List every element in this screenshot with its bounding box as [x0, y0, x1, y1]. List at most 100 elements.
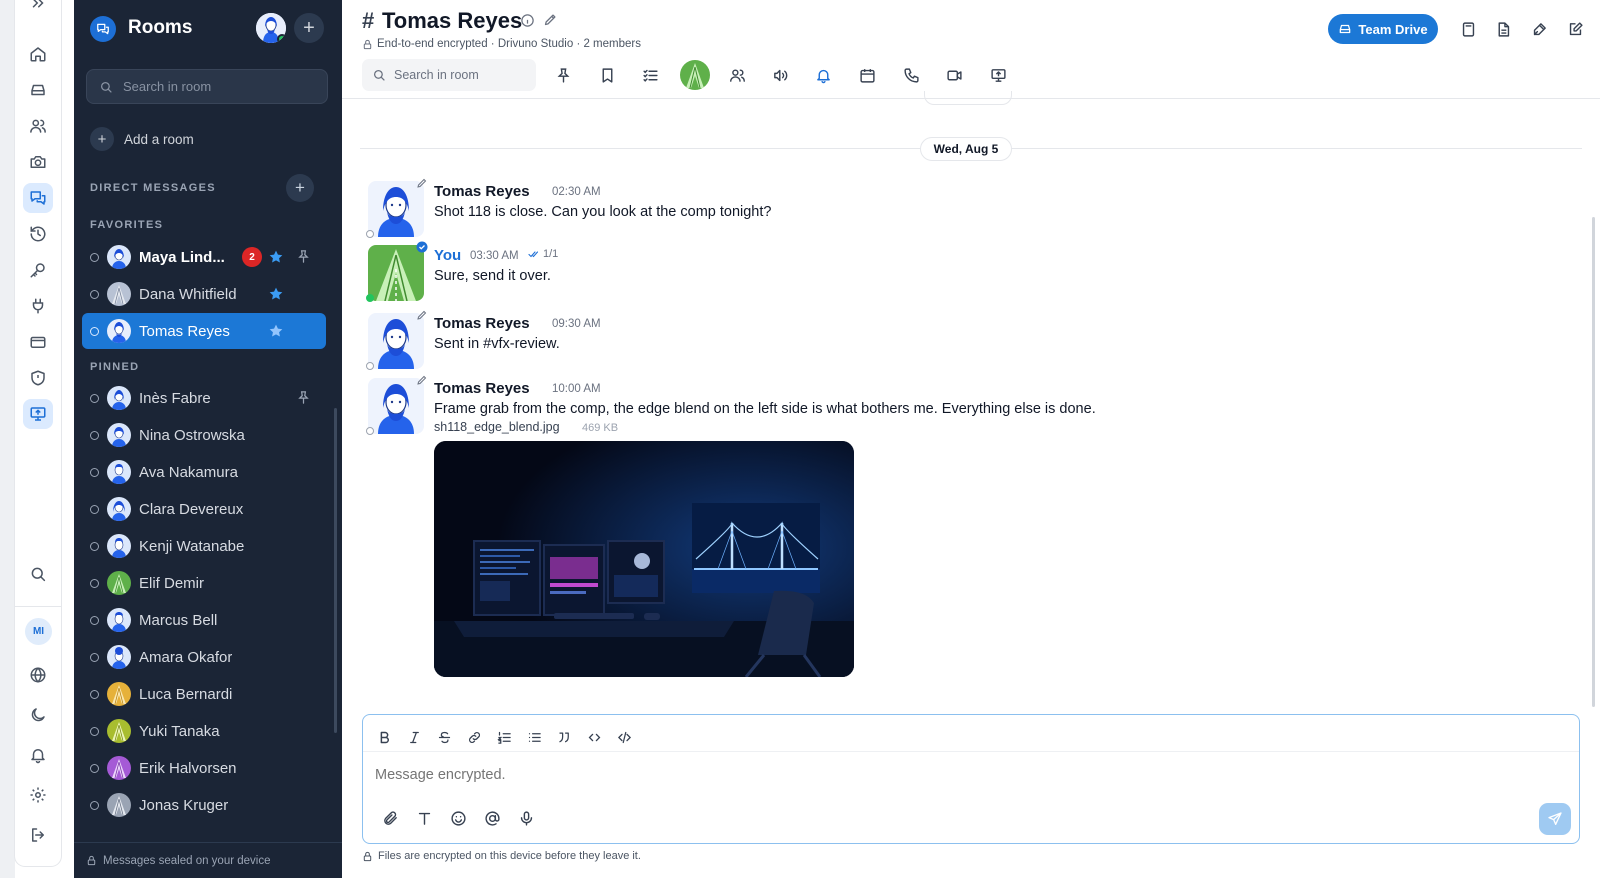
room-item-yuki[interactable]: Yuki Tanaka — [82, 713, 326, 749]
rooms-icon[interactable] — [23, 183, 53, 213]
attachment-name[interactable]: sh118_edge_blend.jpg — [434, 420, 560, 434]
attach-icon[interactable] — [373, 803, 407, 833]
send-button[interactable] — [1539, 803, 1571, 835]
document-icon[interactable] — [1492, 18, 1514, 40]
avatar — [107, 282, 131, 306]
add-room-button[interactable]: + Add a room — [90, 127, 194, 151]
phone-icon[interactable] — [898, 62, 924, 88]
composer-divider — [363, 751, 1579, 752]
shield-icon[interactable] — [23, 363, 53, 393]
screen-share-icon[interactable] — [23, 399, 53, 429]
message-input[interactable] — [375, 767, 1475, 783]
avatar[interactable] — [368, 378, 424, 434]
new-direct-message-button[interactable]: + — [286, 174, 314, 202]
avatar — [107, 423, 131, 447]
room-item-luca[interactable]: Luca Bernardi — [82, 676, 326, 712]
room-subtitle: End-to-end encrypted · Drivuno Studio · … — [362, 38, 641, 50]
user-avatar[interactable]: MI — [25, 618, 52, 645]
sidebar-scrollbar[interactable] — [334, 408, 337, 733]
code-block-icon[interactable] — [609, 723, 639, 751]
inline-code-icon[interactable] — [579, 723, 609, 751]
room-item-erik[interactable]: Erik Halvorsen — [82, 750, 326, 786]
room-item-dana[interactable]: Dana Whitfield — [82, 276, 326, 312]
search-icon[interactable] — [23, 559, 53, 589]
video-icon[interactable] — [941, 62, 967, 88]
pin-icon[interactable] — [550, 62, 576, 88]
ordered-list-icon[interactable] — [489, 723, 519, 751]
room-item-jonas[interactable]: Jonas Kruger — [82, 787, 326, 823]
message-author[interactable]: Tomas Reyes — [434, 183, 530, 200]
message-author[interactable]: Tomas Reyes — [434, 380, 530, 397]
star-icon[interactable] — [268, 249, 284, 265]
room-item-tomas[interactable]: Tomas Reyes — [82, 313, 326, 349]
people-icon[interactable] — [23, 111, 53, 141]
expand-icon[interactable] — [23, 0, 53, 18]
drive-icon[interactable] — [23, 75, 53, 105]
globe-icon[interactable] — [23, 660, 53, 690]
edit-icon[interactable] — [543, 12, 558, 27]
room-item-ava[interactable]: Ava Nakamura — [82, 454, 326, 490]
emoji-icon[interactable] — [441, 803, 475, 833]
bullet-list-icon[interactable] — [519, 723, 549, 751]
team-drive-button[interactable]: Team Drive — [1328, 14, 1438, 44]
calendar-icon[interactable] — [854, 62, 880, 88]
sign-pen-icon[interactable] — [1528, 18, 1550, 40]
quote-icon[interactable] — [549, 723, 579, 751]
card-icon[interactable] — [23, 327, 53, 357]
notification-bell-icon[interactable] — [810, 62, 836, 88]
presence-indicator — [90, 467, 99, 477]
avatar[interactable] — [368, 313, 424, 369]
checklist-icon[interactable] — [637, 62, 663, 88]
edit-icon — [417, 375, 427, 385]
room-item-ines[interactable]: Inès Fabre — [82, 380, 326, 416]
mention-icon[interactable] — [475, 803, 509, 833]
microphone-icon[interactable] — [509, 803, 543, 833]
moon-icon[interactable] — [23, 700, 53, 730]
bookmark-icon[interactable] — [594, 62, 620, 88]
strikethrough-icon[interactable] — [429, 723, 459, 751]
room-item-maya[interactable]: Maya Lind... 2 — [82, 239, 326, 275]
bold-icon[interactable] — [369, 723, 399, 751]
text-format-icon[interactable] — [407, 803, 441, 833]
speaker-icon[interactable] — [767, 62, 793, 88]
room-item-clara[interactable]: Clara Devereux — [82, 491, 326, 527]
link-icon[interactable] — [459, 723, 489, 751]
room-app-avatar[interactable] — [680, 60, 710, 90]
pin-icon[interactable] — [296, 390, 311, 405]
history-icon[interactable] — [23, 219, 53, 249]
message-composer — [362, 714, 1580, 844]
plug-icon[interactable] — [23, 291, 53, 321]
home-icon[interactable] — [23, 39, 53, 69]
room-search-box[interactable]: Search in room — [86, 69, 328, 104]
message-author[interactable]: You — [434, 247, 461, 264]
compose-icon[interactable] — [1564, 18, 1586, 40]
star-icon[interactable] — [268, 286, 284, 302]
avatar — [107, 793, 131, 817]
room-item-elif[interactable]: Elif Demir — [82, 565, 326, 601]
members-icon[interactable] — [724, 62, 750, 88]
screen-share-icon[interactable] — [985, 62, 1011, 88]
avatar[interactable] — [368, 245, 424, 301]
italic-icon[interactable] — [399, 723, 429, 751]
bell-icon[interactable] — [23, 740, 53, 770]
new-room-button[interactable]: + — [294, 13, 324, 43]
camera-icon[interactable] — [23, 147, 53, 177]
current-user-avatar[interactable] — [256, 13, 286, 43]
calculator-icon[interactable] — [1457, 18, 1479, 40]
room-item-kenji[interactable]: Kenji Watanabe — [82, 528, 326, 564]
pin-icon[interactable] — [296, 249, 311, 264]
avatar[interactable] — [368, 181, 424, 237]
header-search-box[interactable]: Search in room — [362, 59, 536, 91]
room-item-marcus[interactable]: Marcus Bell — [82, 602, 326, 638]
message-author[interactable]: Tomas Reyes — [434, 315, 530, 332]
logout-icon[interactable] — [23, 820, 53, 850]
attachment-image[interactable] — [434, 441, 854, 677]
timeline-scrollbar[interactable] — [1592, 217, 1595, 707]
star-icon[interactable] — [268, 323, 284, 339]
page-title: Tomas Reyes — [382, 8, 523, 33]
room-item-amara[interactable]: Amara Okafor — [82, 639, 326, 675]
room-item-nina[interactable]: Nina Ostrowska — [82, 417, 326, 453]
info-icon[interactable] — [520, 13, 535, 28]
gear-icon[interactable] — [23, 780, 53, 810]
key-icon[interactable] — [23, 255, 53, 285]
